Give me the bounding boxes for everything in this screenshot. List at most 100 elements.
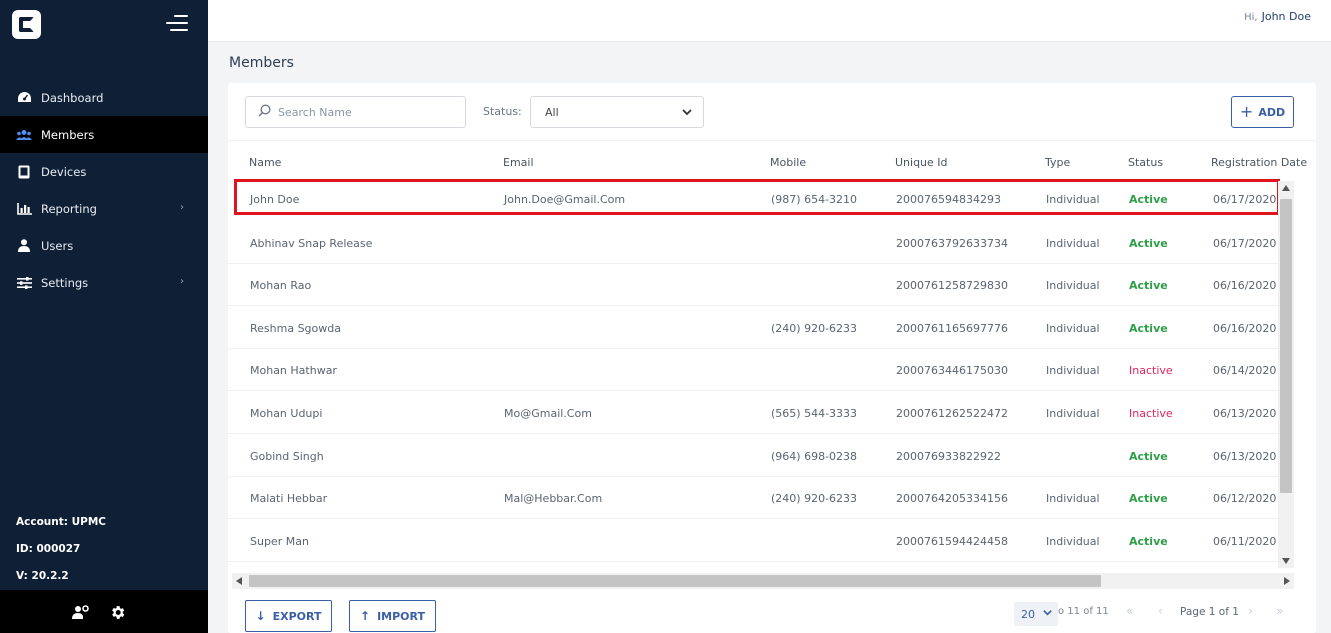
account-id: ID: 000027 — [16, 543, 81, 555]
settings-sliders-icon — [16, 276, 32, 290]
table-row[interactable]: Gobind Singh (964) 698-0238 20007693382292… — [228, 435, 1294, 477]
cell-email: Mo@Gmail.Com — [504, 407, 592, 420]
cell-status: Active — [1129, 279, 1168, 292]
cell-unique-id: 2000761258729830 — [896, 279, 1008, 292]
cell-status: Inactive — [1129, 364, 1173, 377]
cell-email: John.Doe@Gmail.Com — [504, 193, 626, 206]
cell-registration-date: 06/11/2020 — [1213, 535, 1277, 548]
sidebar-item-reporting[interactable]: Reporting › — [0, 190, 208, 227]
arrow-up-icon: ↑ — [360, 609, 371, 623]
arrow-down-icon: ↓ — [255, 609, 266, 623]
first-page-icon[interactable]: « — [1126, 604, 1133, 618]
cell-unique-id: 2000763792633734 — [896, 237, 1008, 250]
sidebar: Dashboard Members Devices Reporting › Us… — [0, 0, 208, 633]
table-row[interactable]: Abhinav Snap Release 2000763792633734 Indi… — [228, 222, 1294, 264]
status-filter-label: Status: — [483, 105, 522, 118]
cell-name: Mohan Udupi — [250, 407, 323, 420]
table-row[interactable]: Reshma Sgowda (240) 920-6233 2000761165697… — [228, 307, 1294, 349]
cell-type: Individual — [1046, 492, 1100, 505]
sidebar-item-members[interactable]: Members — [0, 116, 208, 153]
chevron-right-icon: › — [180, 202, 184, 213]
search-box[interactable] — [245, 96, 466, 128]
dashboard-icon — [16, 91, 32, 105]
table-row[interactable]: Mohan Hathwar 2000763446175030 Individual I… — [228, 349, 1294, 391]
cell-type: Individual — [1046, 237, 1100, 250]
members-card: Status: All + ADD Name Email Mobile Uniq… — [228, 83, 1316, 633]
cell-name: Super Man — [250, 535, 309, 548]
user-settings-icon[interactable] — [72, 604, 90, 620]
chevron-down-icon — [681, 106, 693, 121]
gear-icon[interactable] — [109, 604, 127, 620]
cell-unique-id: 200076594834293 — [896, 193, 1001, 206]
table-row[interactable]: Super Man 2000761594424458 Individual Activ… — [228, 520, 1294, 562]
cell-registration-date: 06/17/2020 — [1213, 237, 1277, 250]
app-version: V: 20.2.2 — [16, 570, 69, 582]
cell-name: Mohan Rao — [250, 279, 312, 292]
table-body: John Doe John.Doe@Gmail.Com (987) 654-3210… — [228, 179, 1294, 574]
table-row[interactable]: Malati Hebbar Mal@Hebbar.Com (240) 920-623… — [228, 477, 1294, 519]
export-button[interactable]: ↓ EXPORT — [245, 600, 332, 632]
cell-unique-id: 2000761262522472 — [896, 407, 1008, 420]
column-header-status[interactable]: Status — [1128, 156, 1163, 169]
table-row[interactable]: Mohan Udupi Mo@Gmail.Com (565) 544-3333 200… — [228, 392, 1294, 434]
import-label: IMPORT — [377, 609, 425, 623]
page-size-select[interactable]: 20 — [1014, 602, 1058, 626]
scroll-right-arrow-icon[interactable] — [1284, 577, 1290, 585]
scroll-down-arrow-icon[interactable] — [1282, 558, 1290, 564]
devices-icon — [16, 165, 32, 179]
table-row-selected[interactable]: John Doe John.Doe@Gmail.Com (987) 654-3210… — [234, 179, 1280, 215]
plus-icon: + — [1239, 102, 1254, 121]
scrollbar-thumb[interactable] — [1280, 199, 1292, 493]
column-header-registration-date[interactable]: Registration Date — [1211, 156, 1307, 169]
cell-type: Individual — [1046, 279, 1100, 292]
cell-name: Mohan Hathwar — [250, 364, 337, 377]
top-bar: Hi, John Doe — [208, 0, 1331, 42]
sidebar-item-users[interactable]: Users — [0, 227, 208, 264]
user-greeting[interactable]: Hi, John Doe — [1244, 10, 1311, 23]
previous-page-icon[interactable]: ‹ — [1158, 604, 1163, 618]
column-header-type[interactable]: Type — [1045, 156, 1070, 169]
cell-mobile: (565) 544-3333 — [771, 407, 858, 420]
cell-mobile: (240) 920-6233 — [771, 492, 858, 505]
sidebar-item-label: Reporting — [41, 201, 97, 216]
next-page-icon[interactable]: › — [1248, 604, 1253, 618]
vertical-scrollbar[interactable] — [1278, 181, 1294, 568]
cell-type: Individual — [1046, 407, 1100, 420]
column-header-name[interactable]: Name — [249, 156, 281, 169]
column-header-mobile[interactable]: Mobile — [770, 156, 806, 169]
cell-email: Mal@Hebbar.Com — [504, 492, 603, 505]
app-logo-icon[interactable] — [12, 10, 41, 39]
cell-type: Individual — [1046, 364, 1100, 377]
status-filter-select[interactable]: All — [530, 96, 704, 128]
sidebar-item-dashboard[interactable]: Dashboard — [0, 79, 208, 116]
sidebar-item-label: Settings — [41, 275, 89, 290]
chevron-right-icon: › — [180, 276, 184, 287]
column-header-email[interactable]: Email — [503, 156, 534, 169]
cell-registration-date: 06/14/2020 — [1213, 364, 1277, 377]
last-page-icon[interactable]: » — [1276, 604, 1283, 618]
cell-type: Individual — [1046, 322, 1100, 335]
horizontal-scrollbar[interactable] — [232, 573, 1294, 589]
sidebar-footer — [0, 590, 208, 633]
column-header-unique-id[interactable]: Unique Id — [895, 156, 948, 169]
page-title: Members — [229, 55, 294, 71]
cell-registration-date: 06/13/2020 — [1213, 407, 1277, 420]
sidebar-item-settings[interactable]: Settings › — [0, 264, 208, 301]
scroll-left-arrow-icon[interactable] — [236, 577, 242, 585]
cell-unique-id: 2000761594424458 — [896, 535, 1008, 548]
search-input[interactable] — [278, 105, 458, 119]
cell-status: Active — [1129, 535, 1168, 548]
greeting-text: Hi, — [1244, 12, 1258, 23]
table-row[interactable]: Mohan Rao 2000761258729830 Individual Activ… — [228, 264, 1294, 306]
page-range-text: o 11 of 11 — [1058, 606, 1109, 617]
scroll-up-arrow-icon[interactable] — [1282, 185, 1290, 191]
import-button[interactable]: ↑ IMPORT — [349, 600, 436, 632]
add-member-button[interactable]: + ADD — [1231, 96, 1294, 128]
scrollbar-thumb[interactable] — [249, 575, 1101, 587]
cell-name: Gobind Singh — [250, 450, 324, 463]
cell-status: Active — [1129, 322, 1168, 335]
cell-type: Individual — [1046, 193, 1100, 206]
cell-unique-id: 2000761165697776 — [896, 322, 1008, 335]
sidebar-item-devices[interactable]: Devices — [0, 153, 208, 190]
menu-toggle-icon[interactable] — [166, 14, 188, 32]
